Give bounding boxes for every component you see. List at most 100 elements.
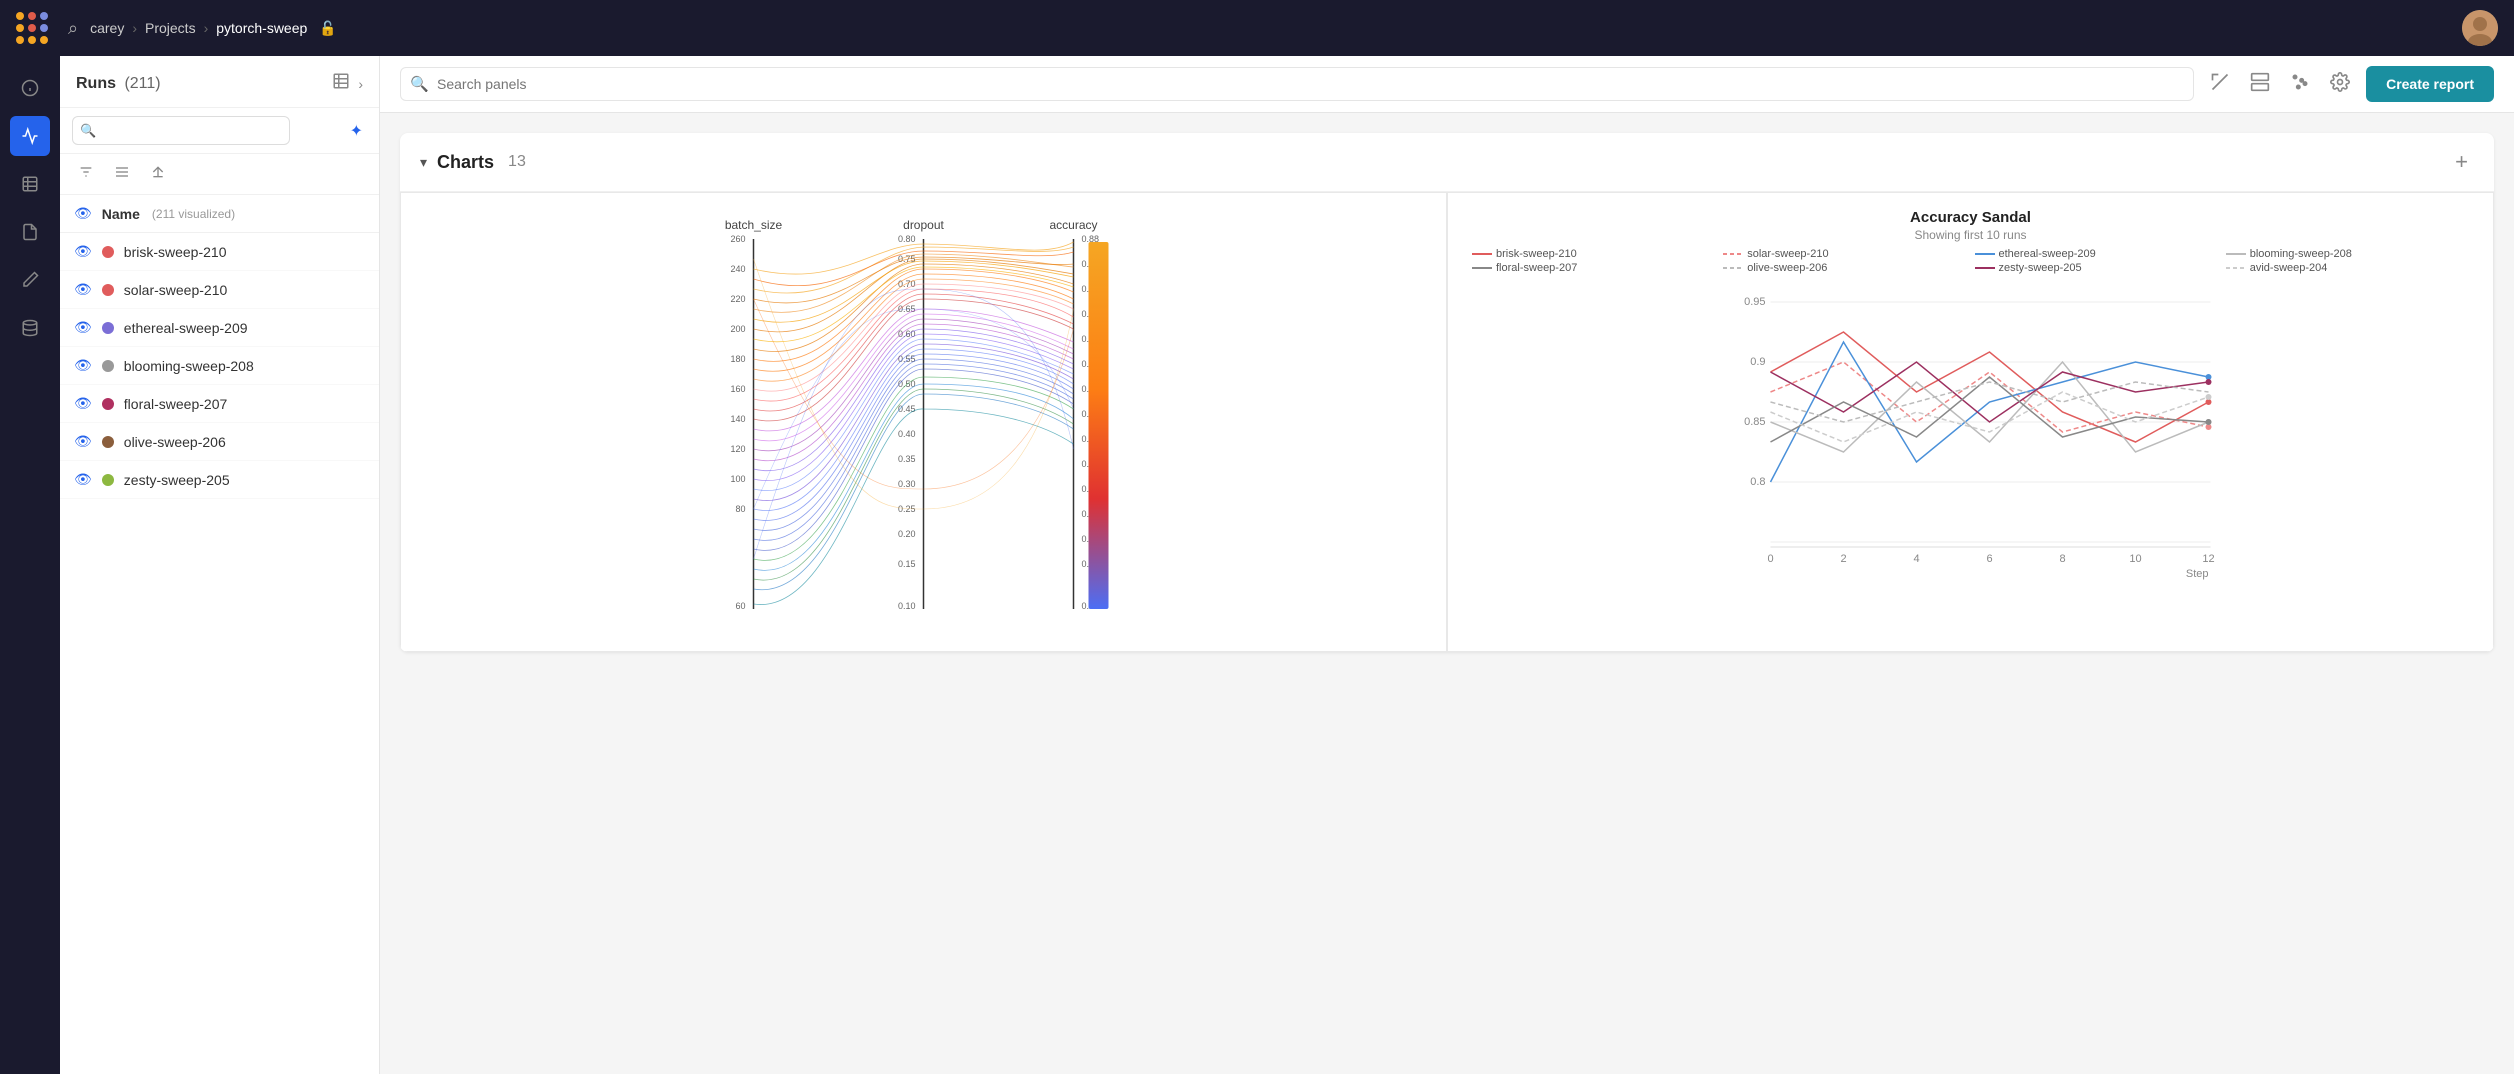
run-eye-2[interactable]: 👁 <box>74 319 92 336</box>
legend-line-7 <box>2226 267 2246 269</box>
sidebar-icon-info[interactable] <box>10 68 50 108</box>
legend-item-2: ethereal-sweep-209 <box>1975 248 2218 260</box>
run-name-2: ethereal-sweep-209 <box>124 320 248 336</box>
svg-text:0.30: 0.30 <box>898 479 916 489</box>
run-dot-4 <box>102 398 114 410</box>
svg-text:220: 220 <box>730 294 745 304</box>
filter-icon[interactable] <box>72 160 100 188</box>
run-eye-1[interactable]: 👁 <box>74 281 92 298</box>
run-eye-4[interactable]: 👁 <box>74 395 92 412</box>
search-icon[interactable]: ⌕ <box>68 18 78 39</box>
content-scroll[interactable]: ▾ Charts 13 + batch_size dropout ac <box>380 113 2514 1074</box>
legend-label-4: floral-sweep-207 <box>1496 262 1577 274</box>
svg-text:140: 140 <box>730 414 745 424</box>
legend-line-1 <box>1723 253 1743 255</box>
run-name-3: blooming-sweep-208 <box>124 358 254 374</box>
legend-item-7: avid-sweep-204 <box>2226 262 2469 274</box>
x-axis-icon[interactable] <box>2206 68 2234 101</box>
run-name-5: olive-sweep-206 <box>124 434 226 450</box>
svg-text:0.8: 0.8 <box>1750 476 1765 488</box>
add-chart-button[interactable]: + <box>2449 147 2474 177</box>
run-dot-6 <box>102 474 114 486</box>
run-name-viz: (211 visualized) <box>152 207 235 221</box>
app-logo <box>16 12 48 44</box>
legend-label-0: brisk-sweep-210 <box>1496 248 1577 260</box>
sort-icon[interactable] <box>144 160 172 188</box>
runs-search-bar: 🔍 ✦ <box>60 108 379 154</box>
charts-section: ▾ Charts 13 + batch_size dropout ac <box>400 133 2494 652</box>
run-item[interactable]: 👁 floral-sweep-207 <box>60 385 379 423</box>
run-item[interactable]: 👁 ethereal-sweep-209 <box>60 309 379 347</box>
runs-title: Runs (211) <box>76 75 324 93</box>
breadcrumb-project[interactable]: pytorch-sweep <box>216 20 307 36</box>
line-chart-title: Accuracy Sandal <box>1464 209 2477 226</box>
charts-header: ▾ Charts 13 + <box>400 133 2494 192</box>
legend-item-0: brisk-sweep-210 <box>1472 248 1715 260</box>
svg-text:180: 180 <box>730 354 745 364</box>
legend-label-5: olive-sweep-206 <box>1747 262 1827 274</box>
run-eye-0[interactable]: 👁 <box>74 243 92 260</box>
run-name-4: floral-sweep-207 <box>124 396 228 412</box>
run-item[interactable]: 👁 solar-sweep-210 <box>60 271 379 309</box>
legend-line-4 <box>1472 267 1492 269</box>
run-dot-3 <box>102 360 114 372</box>
svg-text:8: 8 <box>2059 553 2065 565</box>
create-report-button[interactable]: Create report <box>2366 66 2494 102</box>
sidebar-icon-chart[interactable] <box>10 116 50 156</box>
run-item[interactable]: 👁 olive-sweep-206 <box>60 423 379 461</box>
charts-count: 13 <box>508 153 526 171</box>
svg-text:0.80: 0.80 <box>898 234 916 244</box>
run-dot-5 <box>102 436 114 448</box>
svg-text:0.45: 0.45 <box>898 404 916 414</box>
expand-icon[interactable]: › <box>358 76 363 92</box>
line-chart-subtitle: Showing first 10 runs <box>1464 228 2477 242</box>
axis-dropout: dropout <box>903 218 944 232</box>
svg-text:0.40: 0.40 <box>898 429 916 439</box>
run-name-label: Name <box>102 206 140 222</box>
avatar[interactable] <box>2462 10 2498 46</box>
legend-item-3: blooming-sweep-208 <box>2226 248 2469 260</box>
sidebar-icon-notes[interactable] <box>10 212 50 252</box>
scatter-icon[interactable] <box>2286 68 2314 101</box>
runs-search-icon: 🔍 <box>80 123 96 139</box>
run-eye-3[interactable]: 👁 <box>74 357 92 374</box>
breadcrumb-user[interactable]: carey <box>90 20 124 36</box>
svg-text:60: 60 <box>735 601 745 611</box>
svg-text:80: 80 <box>735 504 745 514</box>
sidebar-icon-table[interactable] <box>10 164 50 204</box>
settings-icon[interactable] <box>2326 68 2354 101</box>
runs-header: Runs (211) › <box>60 56 379 108</box>
topnav: ⌕ carey › Projects › pytorch-sweep 🔓 <box>0 0 2514 56</box>
run-eye-6[interactable]: 👁 <box>74 471 92 488</box>
svg-text:0.20: 0.20 <box>898 529 916 539</box>
legend-line-5 <box>1723 267 1743 269</box>
run-eye-5[interactable]: 👁 <box>74 433 92 450</box>
legend-line-6 <box>1975 267 1995 269</box>
search-panels-input[interactable] <box>400 67 2194 101</box>
runs-filter-btn[interactable]: ✦ <box>346 117 367 145</box>
run-item[interactable]: 👁 brisk-sweep-210 <box>60 233 379 271</box>
run-name-header: 👁 Name (211 visualized) <box>60 195 379 233</box>
runs-table-icon[interactable] <box>332 72 350 95</box>
sidebar-icon-brush[interactable] <box>10 260 50 300</box>
legend-line-3 <box>2226 253 2246 255</box>
run-dot-2 <box>102 322 114 334</box>
content-area: 🔍 Create report <box>380 56 2514 1074</box>
charts-title: Charts <box>437 152 494 173</box>
run-item[interactable]: 👁 blooming-sweep-208 <box>60 347 379 385</box>
breadcrumb-projects[interactable]: Projects <box>145 20 196 36</box>
legend-label-6: zesty-sweep-205 <box>1999 262 2082 274</box>
legend-label-7: avid-sweep-204 <box>2250 262 2328 274</box>
run-eye-header[interactable]: 👁 <box>74 205 92 222</box>
line-chart-card: Accuracy Sandal Showing first 10 runs br… <box>1447 192 2494 652</box>
legend-item-1: solar-sweep-210 <box>1723 248 1966 260</box>
sidebar-icon-database[interactable] <box>10 308 50 348</box>
svg-text:6: 6 <box>1986 553 1992 565</box>
run-item[interactable]: 👁 zesty-sweep-205 <box>60 461 379 499</box>
table-view-icon[interactable] <box>2246 68 2274 101</box>
legend-item-4: floral-sweep-207 <box>1472 262 1715 274</box>
charts-chevron-icon[interactable]: ▾ <box>420 154 427 171</box>
runs-search-input[interactable] <box>72 116 290 145</box>
svg-text:120: 120 <box>730 444 745 454</box>
list-icon[interactable] <box>108 160 136 188</box>
